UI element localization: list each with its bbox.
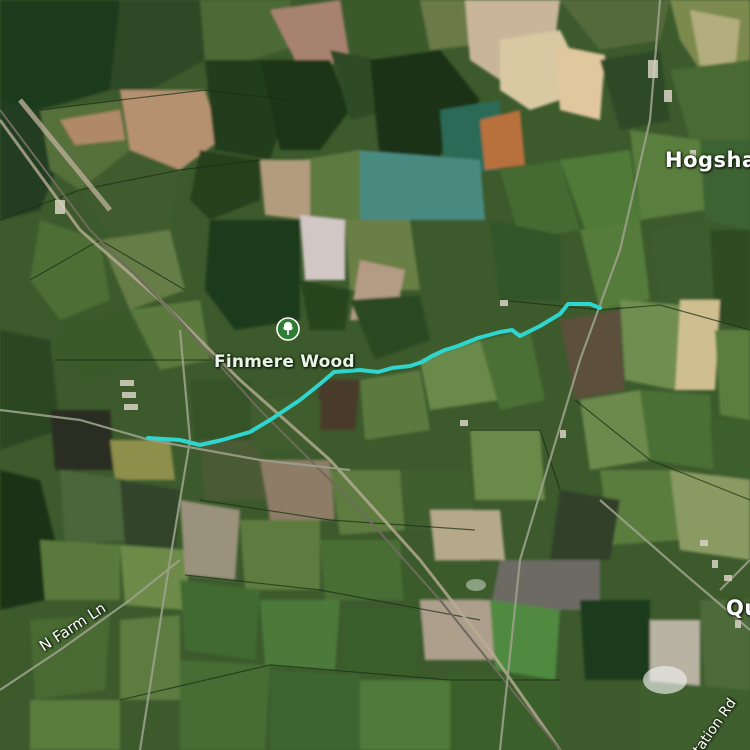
- poi-label[interactable]: Finmere Wood: [214, 352, 355, 372]
- map-view[interactable]: Finmere Wood Hogsha Qu N Farm Ln tation …: [0, 0, 750, 750]
- cloud: [466, 579, 486, 591]
- place-label-hogshaw[interactable]: Hogsha: [665, 148, 750, 172]
- cloud: [643, 666, 687, 694]
- place-label-quainton[interactable]: Qu: [726, 596, 750, 620]
- satellite-imagery: [0, 0, 750, 750]
- tree-icon[interactable]: [276, 317, 300, 341]
